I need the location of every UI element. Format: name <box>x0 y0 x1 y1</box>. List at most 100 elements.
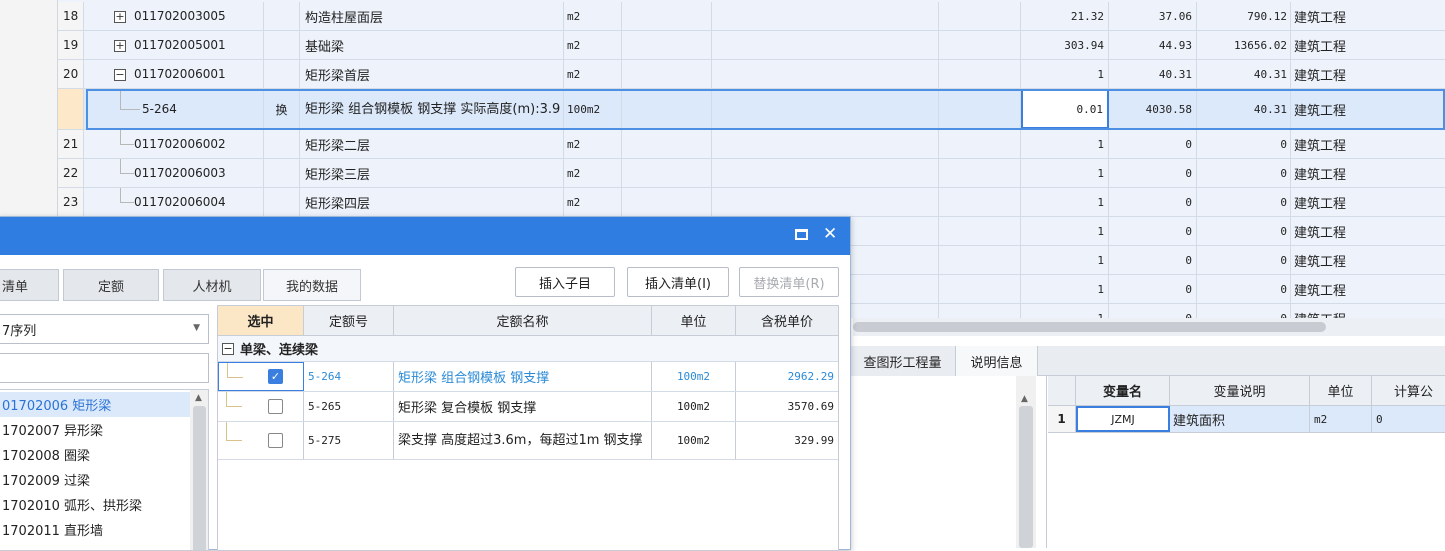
list-item[interactable]: 1702010 弧形、拱形梁 <box>0 492 190 517</box>
type-cell[interactable]: 建筑工程 <box>1291 159 1445 187</box>
tab-labor-material-machine[interactable]: 人材机 <box>163 269 261 301</box>
price-cell[interactable]: 0 <box>1109 246 1197 274</box>
tab-quota[interactable]: 定额 <box>63 269 159 301</box>
code-cell[interactable]: 011702006003 <box>84 159 264 187</box>
chevron-down-icon[interactable]: ▼ <box>193 323 200 333</box>
quantity-cell[interactable]: 1 <box>1021 304 1109 318</box>
tab-description-info[interactable]: 说明信息 <box>956 346 1038 376</box>
scroll-up-icon[interactable]: ▲ <box>1021 394 1028 404</box>
type-cell[interactable]: 建筑工程 <box>1291 275 1445 303</box>
select-cell[interactable]: ✓ <box>218 362 304 391</box>
table-row[interactable]: 5-275 梁支撑 高度超过3.6m，每超过1m 钢支撑 100m2 329.99 <box>218 422 838 460</box>
table-row[interactable]: 5-264 换矩形梁 组合钢模板 钢支撑 实际高度(m):3.9 100m2 0.01… <box>58 89 1445 130</box>
replace-list-button[interactable]: 替换清单(R) <box>739 267 839 297</box>
scrollbar-thumb[interactable] <box>853 322 1326 332</box>
expand-icon[interactable]: + <box>114 10 126 23</box>
scrollbar-thumb[interactable] <box>193 406 206 550</box>
select-cell[interactable] <box>218 422 304 459</box>
item-name[interactable]: 矩形梁 组合钢模板 钢支撑 实际高度(m):3.9 <box>300 89 564 129</box>
table-row[interactable]: 1 JZMJ 建筑面积 m2 0 <box>1048 406 1445 433</box>
quota-group-row[interactable]: − 单梁、连续梁 <box>218 336 838 362</box>
list-item[interactable]: 1702011 直形墙 <box>0 517 190 542</box>
price-cell[interactable]: 0 <box>1109 188 1197 216</box>
table-row[interactable]: 20−011702006001 矩形梁首层 m2 1 40.31 40.31 建筑工程 <box>58 60 1445 89</box>
price-cell[interactable]: 0 <box>1109 130 1197 158</box>
quantity-cell[interactable]: 1 <box>1021 217 1109 245</box>
tab-my-data[interactable]: 我的数据 <box>263 269 361 301</box>
row-checkbox[interactable] <box>268 433 283 448</box>
dialog-title-bar[interactable]: ✕ <box>0 217 850 255</box>
quantity-cell[interactable]: 1 <box>1021 275 1109 303</box>
quantity-cell[interactable]: 1 <box>1021 188 1109 216</box>
type-cell[interactable]: 建筑工程 <box>1291 188 1445 216</box>
row-checkbox[interactable] <box>268 399 283 414</box>
vertical-scrollbar[interactable]: ▲ <box>190 390 208 550</box>
quantity-cell[interactable]: 1 <box>1021 246 1109 274</box>
quantity-cell[interactable]: 1 <box>1021 159 1109 187</box>
price-cell[interactable]: 44.93 <box>1109 31 1197 59</box>
expand-icon[interactable]: + <box>114 39 126 52</box>
type-cell[interactable]: 建筑工程 <box>1291 246 1445 274</box>
quantity-cell[interactable]: 0.01 <box>1021 89 1109 129</box>
price-cell[interactable]: 0 <box>1109 217 1197 245</box>
var-unit-cell[interactable]: m2 <box>1310 406 1372 432</box>
price-cell[interactable]: 37.06 <box>1109 2 1197 30</box>
item-name[interactable]: 矩形梁首层 <box>300 60 564 88</box>
table-row[interactable]: 22 011702006003 矩形梁三层 m2 1 0 0 建筑工程 <box>58 159 1445 188</box>
table-row[interactable]: 19 +011702005001 基础梁 m2 303.94 44.93 13656.02 建… <box>58 31 1445 60</box>
unit-cell[interactable]: 100m2 <box>564 89 622 129</box>
unit-cell[interactable]: m2 <box>564 188 622 216</box>
unit-cell[interactable]: m2 <box>564 60 622 88</box>
quantity-cell[interactable]: 1 <box>1021 60 1109 88</box>
price-cell[interactable]: 4030.58 <box>1109 89 1197 129</box>
tab-bill-list[interactable]: 清单 <box>0 269 59 301</box>
sequence-combo[interactable]: 7序列 ▼ <box>0 314 209 344</box>
collapse-icon[interactable]: − <box>222 342 234 355</box>
type-cell[interactable]: 建筑工程 <box>1291 2 1445 30</box>
unit-cell[interactable]: m2 <box>564 2 622 30</box>
unit-cell[interactable]: m2 <box>564 159 622 187</box>
scrollbar-thumb[interactable] <box>1019 406 1033 548</box>
item-name[interactable]: 构造柱屋面层 <box>300 2 564 30</box>
var-desc-cell[interactable]: 建筑面积 <box>1170 406 1310 432</box>
grid-horizontal-scrollbar[interactable] <box>853 318 1445 336</box>
item-name[interactable]: 基础梁 <box>300 31 564 59</box>
price-cell[interactable]: 0 <box>1109 275 1197 303</box>
list-item[interactable]: 1702007 异形梁 <box>0 417 190 442</box>
list-item[interactable]: 1702009 过梁 <box>0 467 190 492</box>
unit-cell[interactable]: m2 <box>564 31 622 59</box>
quantity-cell[interactable]: 1 <box>1021 130 1109 158</box>
unit-cell[interactable]: m2 <box>564 130 622 158</box>
item-name[interactable]: 矩形梁三层 <box>300 159 564 187</box>
collapse-icon[interactable]: − <box>114 68 126 81</box>
code-cell[interactable]: +011702003005 <box>84 2 264 30</box>
scroll-up-icon[interactable]: ▲ <box>195 393 202 403</box>
type-cell[interactable]: 建筑工程 <box>1291 304 1445 319</box>
price-cell[interactable]: 0 <box>1109 304 1197 318</box>
var-formula-cell[interactable]: 0 <box>1372 406 1445 432</box>
table-row[interactable]: 5-265 矩形梁 复合模板 钢支撑 100m2 3570.69 <box>218 392 838 422</box>
code-cell[interactable]: 011702006002 <box>84 130 264 158</box>
code-cell[interactable]: +011702005001 <box>84 31 264 59</box>
item-name[interactable]: 矩形梁二层 <box>300 130 564 158</box>
table-row[interactable]: ✓ 5-264 矩形梁 组合钢模板 钢支撑 100m2 2962.29 <box>218 362 838 392</box>
close-icon[interactable]: ✕ <box>823 223 837 245</box>
code-cell[interactable]: −011702006001 <box>84 60 264 88</box>
table-row[interactable]: 18 +011702003005 构造柱屋面层 m2 21.32 37.06 790.12 建… <box>58 2 1445 31</box>
var-name-cell[interactable]: JZMJ <box>1076 406 1170 432</box>
select-cell[interactable] <box>218 392 304 421</box>
type-cell[interactable]: 建筑工程 <box>1291 130 1445 158</box>
tab-graphic-quantity[interactable]: 查图形工程量 <box>850 346 956 376</box>
quantity-cell[interactable]: 21.32 <box>1021 2 1109 30</box>
item-name[interactable]: 矩形梁四层 <box>300 188 564 216</box>
type-cell[interactable]: 建筑工程 <box>1291 31 1445 59</box>
table-row[interactable]: 21 011702006002 矩形梁二层 m2 1 0 0 建筑工程 <box>58 130 1445 159</box>
type-cell[interactable]: 建筑工程 <box>1291 217 1445 245</box>
insert-list-button[interactable]: 插入清单(I) <box>627 267 729 297</box>
vertical-scrollbar[interactable]: ▲ <box>1016 376 1036 548</box>
search-input[interactable] <box>0 353 209 383</box>
code-cell[interactable]: 011702006004 <box>84 188 264 216</box>
price-cell[interactable]: 40.31 <box>1109 60 1197 88</box>
maximize-icon[interactable] <box>795 229 808 240</box>
row-checkbox[interactable]: ✓ <box>268 369 283 384</box>
